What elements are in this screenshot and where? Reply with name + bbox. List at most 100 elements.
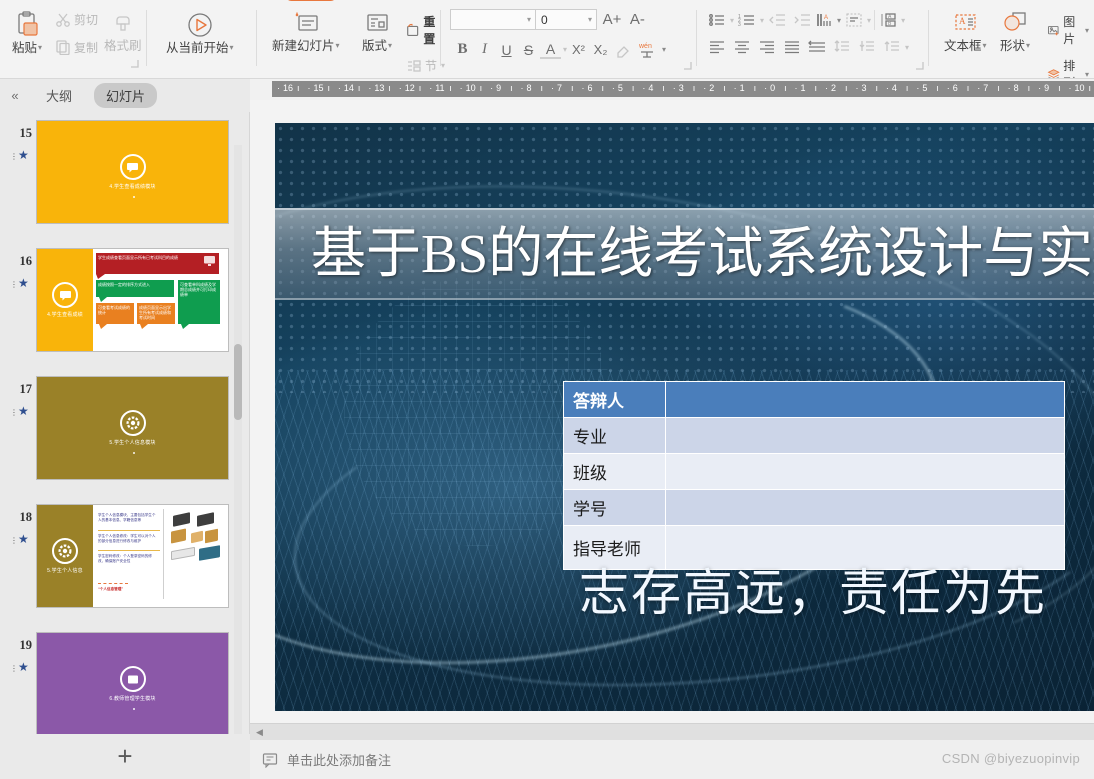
- paragraph-dialog-launcher-icon[interactable]: [915, 61, 924, 70]
- ruler-tick-mark: ·: [642, 83, 646, 93]
- shrink-font-button[interactable]: A-: [627, 9, 648, 30]
- list-item[interactable]: 16 ⋮★ 4.学生查看成绩 学生成绩查看页面显示所有已考试科目的成绩 成绩按照…: [0, 248, 250, 376]
- new-slide-button[interactable]: 新建幻灯片 ▾: [268, 8, 344, 53]
- add-slide-button[interactable]: +: [0, 734, 250, 779]
- chevron-down-icon[interactable]: ▾: [1026, 39, 1030, 53]
- table-value-major[interactable]: [665, 417, 1065, 454]
- convert-smartart-button[interactable]: A B: [878, 9, 900, 31]
- chevron-down-icon[interactable]: ▾: [1085, 70, 1089, 79]
- chevron-down-icon[interactable]: ▾: [1085, 26, 1089, 35]
- chevron-down-icon[interactable]: ▾: [388, 39, 392, 53]
- reset-label: 重置: [423, 15, 436, 46]
- align-left-button[interactable]: [704, 36, 729, 58]
- distribute-button[interactable]: [804, 36, 829, 58]
- shape-button[interactable]: 形状 ▾: [996, 8, 1034, 53]
- font-name-input[interactable]: ▾: [450, 9, 536, 30]
- page-title[interactable]: 基于BS的在线考试系统设计与实现: [311, 215, 1094, 293]
- line-spacing-2-button[interactable]: [854, 36, 879, 58]
- align-right-icon: [759, 41, 774, 54]
- layout-button[interactable]: 版式 ▾: [358, 8, 396, 53]
- chevron-down-icon[interactable]: ▾: [230, 41, 234, 55]
- chevron-down-icon[interactable]: ▾: [527, 15, 533, 24]
- start-from-current-button[interactable]: 从当前开始 ▾: [162, 8, 238, 55]
- list-item[interactable]: 19 ⋮★ 6.教师管理学生模块: [0, 632, 250, 746]
- chevron-down-icon[interactable]: ▾: [38, 41, 42, 55]
- tab-outline[interactable]: 大纲: [34, 83, 84, 108]
- chevron-down-icon[interactable]: ▾: [983, 39, 987, 53]
- reset-button[interactable]: 重置: [402, 12, 448, 48]
- clipboard-dialog-launcher-icon[interactable]: [130, 59, 139, 68]
- strikethrough-button[interactable]: S: [518, 39, 539, 60]
- chevron-down-icon[interactable]: ▾: [441, 61, 445, 70]
- current-slide[interactable]: 基于BS的在线考试系统设计与实现 答辩人 专业 班级 学号 指导老师 志存高远，…: [275, 123, 1094, 711]
- line-spacing-1-button[interactable]: [829, 36, 854, 58]
- bold-button[interactable]: B: [452, 39, 473, 60]
- paste-button[interactable]: 粘贴 ▾: [8, 8, 46, 55]
- slide16-card-3: 可查看单科成绩及学期总成绩并可打印成绩单: [178, 280, 220, 324]
- font-size-value: 0: [541, 12, 548, 27]
- chevron-down-icon[interactable]: ▾: [867, 16, 871, 25]
- slide-title-band-top-edge: [275, 208, 1094, 210]
- slide-thumbnail-18[interactable]: 5.学生个人信息 学生个人信息模块，主要包括学生个人的基本信息、学籍信息等 学生…: [36, 504, 229, 608]
- notes-splitter-bar[interactable]: ◀: [250, 723, 1094, 740]
- format-painter-button[interactable]: 格式刷: [100, 8, 146, 53]
- table-label-class: 班级: [563, 453, 666, 490]
- copy-button[interactable]: 复制: [52, 38, 101, 57]
- list-item[interactable]: 17 ⋮★ 5.学生个人信息模块: [0, 376, 250, 504]
- chevron-down-icon[interactable]: ▾: [662, 45, 666, 54]
- textbox-button[interactable]: A 文本框 ▾: [940, 8, 991, 53]
- slide-thumbnail-17[interactable]: 5.学生个人信息模块: [36, 376, 229, 480]
- chevron-down-icon[interactable]: ▾: [901, 16, 905, 25]
- horizontal-ruler[interactable]: 16 · ı 15 · ı 14 · ı 13 · ı 12 · ı 11 · ı 10 · ı 9 · ı 8 · ı 7 · ı 6 · ı…: [272, 81, 1094, 97]
- justify-button[interactable]: [779, 36, 804, 58]
- superscript-button[interactable]: X²: [568, 39, 589, 60]
- defense-info-table[interactable]: 答辩人 专业 班级 学号 指导老师: [563, 381, 1065, 570]
- table-value-studentid[interactable]: [665, 489, 1065, 526]
- ribbon-group-clipboard: 粘贴 ▾ 剪切 复制 格式刷: [4, 6, 144, 72]
- cut-button[interactable]: 剪切: [52, 10, 101, 29]
- chevron-down-icon[interactable]: ▾: [336, 39, 340, 53]
- font-dialog-launcher-icon[interactable]: [683, 61, 692, 70]
- text-direction-button[interactable]: A: [814, 9, 836, 31]
- list-item[interactable]: 18 ⋮★ 5.学生个人信息 学生个人信息模块，主要包括学生个人的基本信息、学籍…: [0, 504, 250, 632]
- decrease-indent-button[interactable]: [764, 9, 789, 31]
- slide-thumbnail-15[interactable]: 4.学生查看成绩模块: [36, 120, 229, 224]
- chevron-down-icon[interactable]: ▾: [563, 45, 567, 54]
- italic-button[interactable]: I: [474, 39, 495, 60]
- increase-indent-button[interactable]: [789, 9, 814, 31]
- section-button[interactable]: 节 ▾: [402, 56, 448, 75]
- cut-label: 剪切: [74, 13, 99, 27]
- slide-thumbnail-19[interactable]: 6.教师管理学生模块: [36, 632, 229, 736]
- picture-button[interactable]: 图片 ▾: [1044, 12, 1092, 48]
- ribbon-tab-active[interactable]: [285, 0, 337, 1]
- tab-slides[interactable]: 幻灯片: [94, 83, 158, 108]
- grow-font-button[interactable]: A+: [601, 9, 622, 30]
- list-item[interactable]: 15 ⋮★ 4.学生查看成绩模块: [0, 120, 250, 248]
- font-size-input[interactable]: 0 ▾: [535, 9, 597, 30]
- align-center-button[interactable]: [729, 36, 754, 58]
- table-value-class[interactable]: [665, 453, 1065, 490]
- arrange-button[interactable]: 排列 ▾: [1044, 56, 1092, 79]
- chevron-down-icon[interactable]: ▾: [588, 15, 594, 24]
- table-row: 学号: [563, 489, 1065, 526]
- line-spacing-3-button[interactable]: [879, 36, 904, 58]
- table-value-defender[interactable]: [665, 381, 1065, 418]
- pinyin-guide-button[interactable]: wén: [634, 39, 660, 60]
- align-right-button[interactable]: [754, 36, 779, 58]
- align-text-button[interactable]: [841, 9, 866, 31]
- bullets-button[interactable]: [704, 9, 729, 31]
- clear-format-button[interactable]: [612, 39, 633, 60]
- slide-thumbnail-list[interactable]: 15 ⋮★ 4.学生查看成绩模块 16 ⋮★ 4.学生查看成绩 学生成绩查看页面…: [0, 112, 250, 746]
- font-color-button[interactable]: A: [540, 40, 561, 59]
- underline-button[interactable]: U: [496, 39, 517, 60]
- ruler-tick-mark: ı: [1088, 83, 1092, 93]
- numbering-button[interactable]: 1 2 3: [734, 9, 759, 31]
- slide-thumbnail-16[interactable]: 4.学生查看成绩 学生成绩查看页面显示所有已考试科目的成绩 成绩按照一定的排序方…: [36, 248, 229, 352]
- subscript-button[interactable]: X₂: [590, 39, 611, 60]
- collapse-arrow-icon[interactable]: ◀: [256, 727, 263, 738]
- collapse-panel-button[interactable]: «: [6, 88, 24, 103]
- slide-motto[interactable]: 志存高远，责任为先: [543, 553, 1083, 625]
- ribbon-group-paragraph: ▾ 1 2 3 ▾ A ▾ ▾ A B ▾ ▾: [700, 6, 928, 72]
- slide18-bullet-2: 学生个人信息修改：学生可以对个人的部分信息进行修改与维护: [98, 534, 156, 543]
- chevron-down-icon[interactable]: ▾: [905, 43, 909, 52]
